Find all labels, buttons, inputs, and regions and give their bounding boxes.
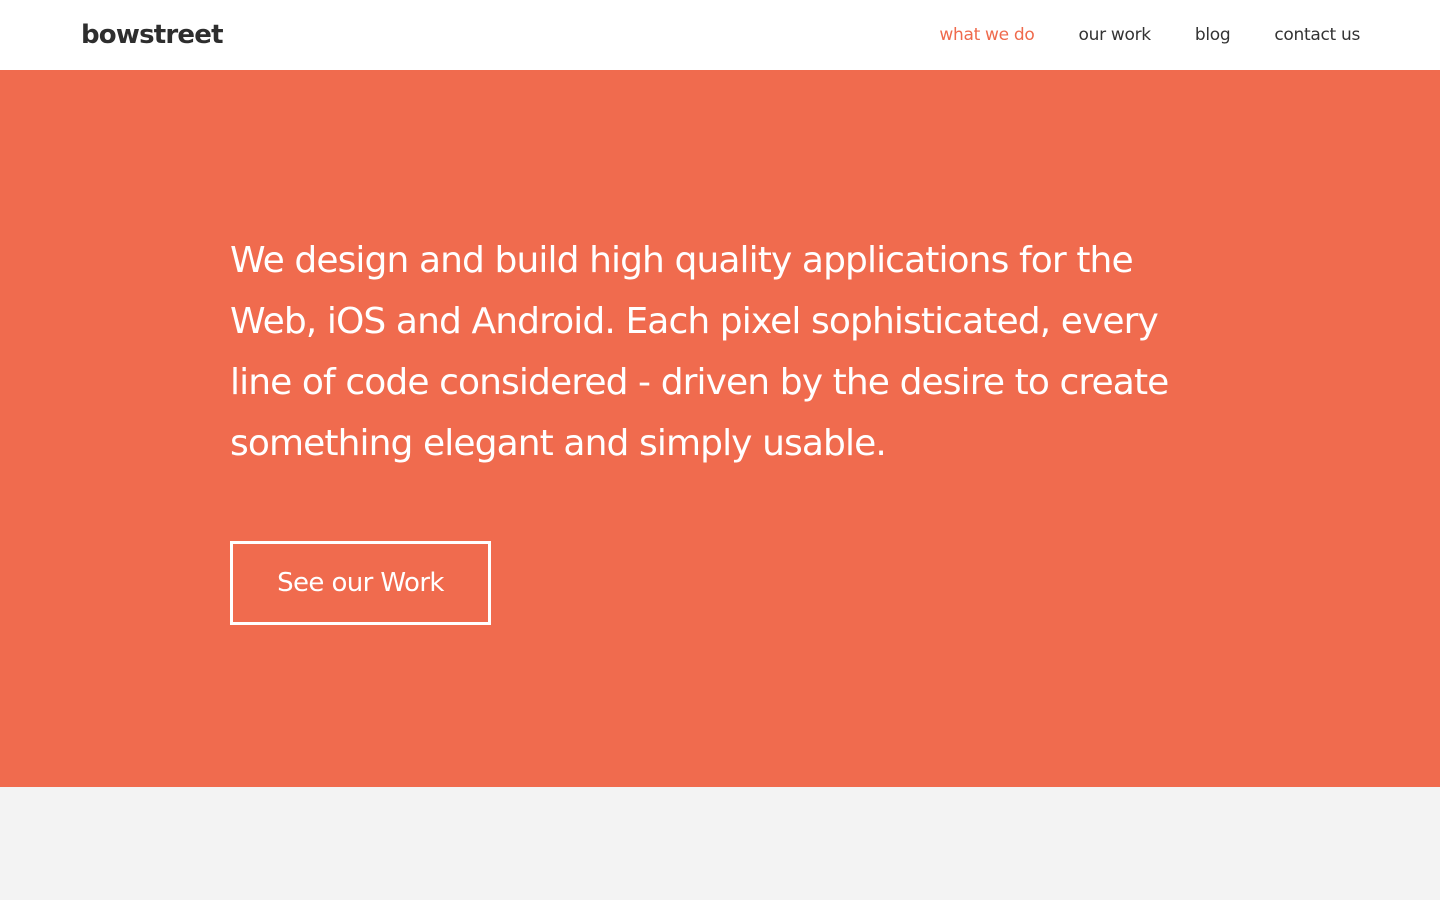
bowstreet-logo[interactable]: bowstreet (81, 17, 224, 53)
hero-section: We design and build high quality applica… (0, 70, 1440, 787)
nav-item-contact-us[interactable]: contact us (1274, 22, 1360, 48)
lower-section (0, 787, 1440, 900)
site-header: bowstreet what we do our work blog conta… (0, 0, 1440, 70)
nav-item-blog[interactable]: blog (1195, 22, 1231, 48)
nav-item-our-work[interactable]: our work (1079, 22, 1152, 48)
hero-headline: We design and build high quality applica… (230, 240, 1169, 464)
main-nav: what we do our work blog contact us (939, 22, 1360, 48)
nav-item-what-we-do[interactable]: what we do (939, 22, 1034, 48)
see-our-work-button[interactable]: See our Work (230, 541, 491, 625)
